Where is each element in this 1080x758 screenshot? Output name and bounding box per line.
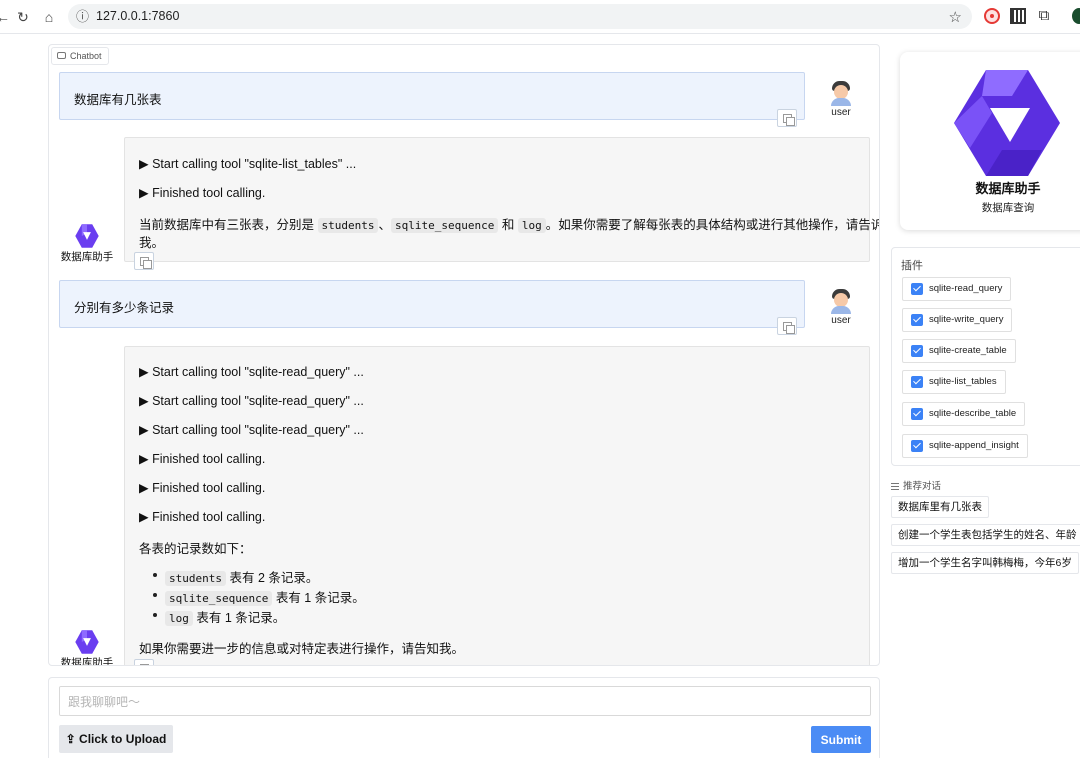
- code-students: students: [317, 218, 379, 233]
- input-panel: ⇪ Click to Upload Submit: [48, 677, 880, 758]
- copy-button[interactable]: [134, 659, 154, 665]
- plugin-label: sqlite-create_table: [929, 345, 1007, 356]
- list-bullet: [153, 573, 157, 577]
- home-icon[interactable]: ⌂: [40, 8, 58, 26]
- plugin-checkbox[interactable]: sqlite-create_table: [902, 339, 1016, 363]
- agent-card: 数据库助手 数据库查询: [900, 52, 1080, 230]
- bot-answer-text: 当前数据库中有三张表，分别是 students、 sqlite_sequence …: [139, 218, 880, 233]
- suggestion-chip[interactable]: 创建一个学生表包括学生的姓名、年龄: [891, 524, 1080, 546]
- user-message: 数据库有几张表: [59, 72, 805, 120]
- plugins-title: 插件: [901, 260, 923, 272]
- bot-closing-text: 如果你需要进一步的信息或对特定表进行操作，请告知我。: [139, 642, 465, 656]
- agent-name: 数据库助手: [975, 181, 1041, 196]
- extensions-puzzle-icon[interactable]: ⧉: [1036, 8, 1052, 24]
- plugin-checkbox[interactable]: sqlite-list_tables: [902, 370, 1006, 394]
- records-summary: 各表的记录数如下：: [139, 542, 252, 556]
- plugin-label: sqlite-write_query: [929, 314, 1004, 325]
- plugin-label: sqlite-read_query: [929, 283, 1003, 294]
- chatbot-panel[interactable]: Chatbot 数据库有几张表 user ▶ Start calling too…: [48, 44, 880, 666]
- plugins-panel: 插件 sqlite-read_query sqlite-write_query …: [891, 247, 1080, 466]
- upload-button-label: Click to Upload: [79, 732, 167, 746]
- copy-button[interactable]: [777, 317, 797, 335]
- reload-icon[interactable]: ↻: [14, 8, 32, 26]
- checkbox-checked-icon[interactable]: [911, 376, 923, 388]
- bookmark-star-icon[interactable]: ☆: [949, 8, 962, 26]
- bot-avatar-logo-icon: [75, 224, 99, 248]
- list-bullet: [153, 613, 157, 617]
- agent-description: 数据库查询: [981, 202, 1035, 214]
- list-item: log 表有 1 条记录。: [165, 607, 285, 626]
- checkbox-checked-icon[interactable]: [911, 408, 923, 420]
- tool-call-line[interactable]: ▶ Start calling tool "sqlite-read_query"…: [139, 422, 364, 437]
- bot-name-label: 数据库助手: [60, 251, 114, 263]
- chat-bubble-icon: [57, 52, 66, 59]
- user-message-text: 数据库有几张表: [74, 93, 162, 107]
- list-item: students 表有 2 条记录。: [165, 567, 318, 586]
- bot-answer-text-cont: 我。: [139, 236, 165, 250]
- tool-call-line[interactable]: ▶ Start calling tool "sqlite-read_query"…: [139, 364, 364, 379]
- plugin-label: sqlite-list_tables: [929, 376, 997, 387]
- tool-call-line[interactable]: ▶ Finished tool calling.: [139, 509, 265, 524]
- browser-toolbar: ← ↻ ⌂ ⓘ 127.0.0.1:7860 ☆ ⧉: [0, 0, 1080, 34]
- back-icon[interactable]: ←: [0, 8, 12, 26]
- plugin-checkbox[interactable]: sqlite-write_query: [902, 308, 1013, 332]
- tool-call-line[interactable]: ▶ Start calling tool "sqlite-read_query"…: [139, 393, 364, 408]
- tool-call-line[interactable]: ▶ Finished tool calling.: [139, 185, 265, 200]
- chat-input[interactable]: [59, 686, 871, 716]
- list-icon: [891, 482, 899, 490]
- suggestions-title: 推荐对话: [891, 478, 941, 492]
- agent-logo-icon: [954, 70, 1060, 176]
- site-info-icon[interactable]: ⓘ: [76, 9, 92, 25]
- upload-icon: ⇪: [65, 732, 76, 746]
- user-message: 分别有多少条记录: [59, 280, 805, 328]
- chatbot-label-text: Chatbot: [70, 51, 102, 61]
- chatbot-label: Chatbot: [51, 47, 109, 65]
- profile-avatar-icon[interactable]: [1072, 8, 1080, 24]
- checkbox-checked-icon[interactable]: [911, 440, 923, 452]
- tool-call-line[interactable]: ▶ Finished tool calling.: [139, 451, 265, 466]
- user-avatar: [828, 288, 854, 314]
- bot-avatar-logo-icon: [75, 630, 99, 654]
- code-sqlite-sequence: sqlite_sequence: [391, 218, 499, 233]
- code-log: log: [517, 218, 546, 233]
- qr-code-icon[interactable]: [1010, 8, 1026, 24]
- tool-call-line[interactable]: ▶ Finished tool calling.: [139, 480, 265, 495]
- submit-button[interactable]: Submit: [811, 726, 871, 753]
- checkbox-checked-icon[interactable]: [911, 314, 923, 326]
- user-name-label: user: [831, 107, 851, 118]
- plugin-checkbox[interactable]: sqlite-append_insight: [902, 434, 1028, 458]
- plugin-label: sqlite-append_insight: [929, 440, 1019, 451]
- user-message-text: 分别有多少条记录: [74, 301, 175, 315]
- bot-message: ▶ Start calling tool "sqlite-read_query"…: [124, 346, 870, 665]
- extension-record-icon[interactable]: [984, 8, 1000, 24]
- suggestion-chip[interactable]: 数据库里有几张表: [891, 496, 989, 518]
- list-item: sqlite_sequence 表有 1 条记录。: [165, 587, 365, 606]
- plugin-label: sqlite-describe_table: [929, 408, 1017, 419]
- upload-button[interactable]: ⇪ Click to Upload: [59, 725, 173, 753]
- plugin-checkbox[interactable]: sqlite-describe_table: [902, 402, 1026, 426]
- bot-name-label: 数据库助手: [60, 657, 114, 666]
- user-name-label: user: [831, 315, 851, 326]
- list-bullet: [153, 593, 157, 597]
- user-avatar: [828, 80, 854, 106]
- address-bar[interactable]: ⓘ 127.0.0.1:7860 ☆: [68, 4, 972, 29]
- url-text[interactable]: 127.0.0.1:7860: [96, 9, 179, 23]
- suggestion-chip[interactable]: 增加一个学生名字叫韩梅梅，今年6岁: [891, 552, 1079, 574]
- bot-message: ▶ Start calling tool "sqlite-list_tables…: [124, 137, 879, 262]
- checkbox-checked-icon[interactable]: [911, 283, 923, 295]
- plugin-checkbox[interactable]: sqlite-read_query: [902, 277, 1012, 301]
- copy-button[interactable]: [134, 252, 154, 270]
- tool-call-line[interactable]: ▶ Start calling tool "sqlite-list_tables…: [139, 156, 356, 171]
- copy-button[interactable]: [777, 109, 797, 127]
- checkbox-checked-icon[interactable]: [911, 345, 923, 357]
